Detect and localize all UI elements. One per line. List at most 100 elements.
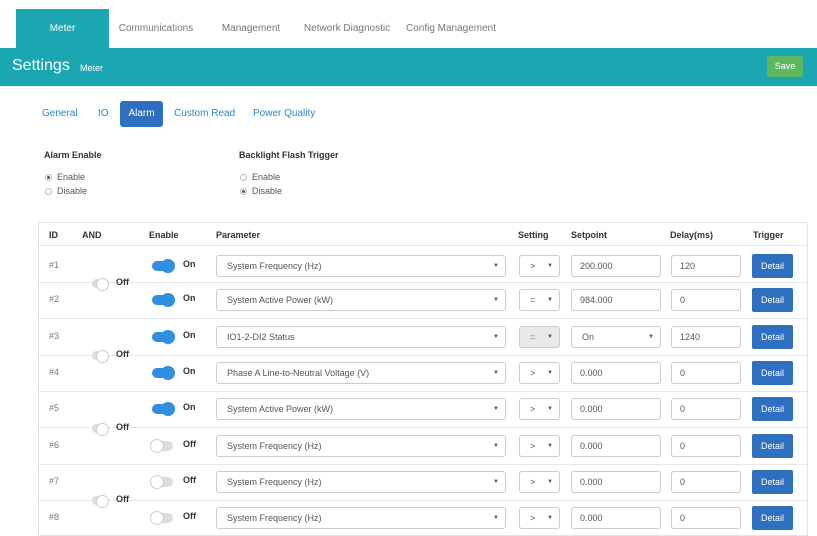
enable-toggle-label: Off (183, 475, 196, 485)
settings-header: Settings Meter (0, 48, 817, 86)
radio-label: Disable (252, 186, 283, 196)
radio-label: Enable (57, 172, 86, 182)
delay-input[interactable]: 1240 (671, 326, 741, 348)
setpoint-input[interactable]: 984.000 (571, 289, 661, 311)
detail-button[interactable]: Detail (752, 470, 793, 494)
caret-down-icon: ▼ (493, 479, 499, 485)
column-header-setpoint: Setpoint (571, 230, 607, 240)
radio-icon (240, 173, 247, 181)
subtab-io[interactable]: IO (98, 101, 109, 127)
delay-input[interactable]: 0 (671, 289, 741, 311)
setting-select[interactable]: > ▼ (519, 398, 560, 420)
parameter-select[interactable]: Phase A Line-to-Neutral Voltage (V) ▼ (216, 362, 506, 384)
detail-button[interactable]: Detail (752, 254, 793, 278)
and-toggle[interactable] (92, 423, 109, 436)
tab-management[interactable]: Management (212, 9, 290, 48)
enable-toggle[interactable] (152, 330, 175, 344)
radio-icon (240, 187, 247, 195)
parameter-select[interactable]: System Frequency (Hz) ▼ (216, 507, 506, 529)
backlight-option-disable[interactable]: Disable (240, 186, 282, 196)
and-toggle[interactable] (92, 350, 109, 363)
tab-meter[interactable]: Meter (16, 9, 109, 48)
backlight-option-enable[interactable]: Enable (240, 172, 280, 182)
delay-input[interactable]: 0 (671, 435, 741, 457)
enable-toggle-label: On (183, 330, 196, 340)
setpoint-select[interactable]: On ▼ (571, 326, 661, 348)
detail-button[interactable]: Detail (752, 325, 793, 349)
subtab-power-quality[interactable]: Power Quality (253, 101, 315, 127)
setpoint-input[interactable]: 0.000 (571, 471, 661, 493)
caret-down-icon: ▼ (547, 515, 553, 521)
delay-input[interactable]: 0 (671, 471, 741, 493)
setpoint-input[interactable]: 0.000 (571, 507, 661, 529)
column-header-and: AND (82, 230, 102, 240)
setting-select[interactable]: = ▼ (519, 289, 560, 311)
row-id: #8 (49, 512, 60, 522)
enable-toggle[interactable] (152, 366, 175, 380)
and-toggle[interactable] (92, 278, 109, 291)
setting-select[interactable]: > ▼ (519, 435, 560, 457)
alarm-enable-option-disable[interactable]: Disable (45, 186, 87, 196)
alarm-enable-option-enable[interactable]: Enable (45, 172, 85, 182)
caret-down-icon: ▼ (493, 515, 499, 521)
setpoint-input[interactable]: 0.000 (571, 362, 661, 384)
subtab-general[interactable]: General (42, 101, 78, 127)
toggle-knob (161, 330, 175, 344)
column-header-enable: Enable (149, 230, 179, 240)
enable-toggle[interactable] (152, 293, 175, 307)
row-divider (38, 282, 808, 283)
setting-select[interactable]: > ▼ (519, 255, 560, 277)
detail-button[interactable]: Detail (752, 434, 793, 458)
setting-select[interactable]: > ▼ (519, 362, 560, 384)
enable-toggle[interactable] (152, 259, 175, 273)
parameter-value: System Active Power (kW) (227, 404, 334, 414)
enable-toggle[interactable] (150, 439, 173, 453)
page-subtitle: Meter (80, 63, 104, 73)
column-header-id: ID (49, 230, 58, 240)
setpoint-input[interactable]: 200.000 (571, 255, 661, 277)
toggle-knob (161, 366, 175, 380)
and-toggle[interactable] (92, 495, 109, 508)
detail-button[interactable]: Detail (752, 361, 793, 385)
parameter-select[interactable]: System Frequency (Hz) ▼ (216, 471, 506, 493)
delay-input[interactable]: 120 (671, 255, 741, 277)
setting-select[interactable]: > ▼ (519, 507, 560, 529)
enable-toggle[interactable] (150, 511, 173, 525)
parameter-select[interactable]: IO1-2-DI2 Status ▼ (216, 326, 506, 348)
delay-input[interactable]: 0 (671, 398, 741, 420)
enable-toggle-label: On (183, 366, 196, 376)
subtab-alarm[interactable]: Alarm (120, 101, 163, 127)
save-button[interactable]: Save (767, 56, 803, 77)
parameter-select[interactable]: System Frequency (Hz) ▼ (216, 435, 506, 457)
row-id: #1 (49, 260, 60, 270)
detail-button[interactable]: Detail (752, 506, 793, 530)
detail-button[interactable]: Detail (752, 397, 793, 421)
tab-network-diagnostic[interactable]: Network Diagnostic (298, 9, 396, 48)
delay-input[interactable]: 0 (671, 362, 741, 384)
setting-select[interactable]: = ▼ (519, 326, 560, 348)
parameter-select[interactable]: System Active Power (kW) ▼ (216, 289, 506, 311)
setting-select[interactable]: > ▼ (519, 471, 560, 493)
setpoint-input[interactable]: 0.000 (571, 398, 661, 420)
setpoint-input[interactable]: 0.000 (571, 435, 661, 457)
caret-down-icon: ▼ (547, 479, 553, 485)
parameter-select[interactable]: System Active Power (kW) ▼ (216, 398, 506, 420)
delay-input[interactable]: 0 (671, 507, 741, 529)
caret-down-icon: ▼ (493, 443, 499, 449)
parameter-value: System Frequency (Hz) (227, 441, 322, 451)
enable-toggle[interactable] (152, 402, 175, 416)
and-toggle-label: Off (116, 494, 129, 504)
column-header-trigger: Trigger (753, 230, 784, 240)
row-id: #6 (49, 440, 60, 450)
tab-config-management[interactable]: Config Management (400, 9, 502, 48)
caret-down-icon: ▼ (547, 406, 553, 412)
parameter-select[interactable]: System Frequency (Hz) ▼ (216, 255, 506, 277)
row-divider (38, 427, 808, 428)
tab-communications[interactable]: Communications (112, 9, 200, 48)
column-header-parameter: Parameter (216, 230, 261, 240)
detail-button[interactable]: Detail (752, 288, 793, 312)
enable-toggle[interactable] (150, 475, 173, 489)
subtab-custom-read[interactable]: Custom Read (174, 101, 235, 127)
enable-toggle-label: On (183, 402, 196, 412)
parameter-value: System Frequency (Hz) (227, 513, 322, 523)
